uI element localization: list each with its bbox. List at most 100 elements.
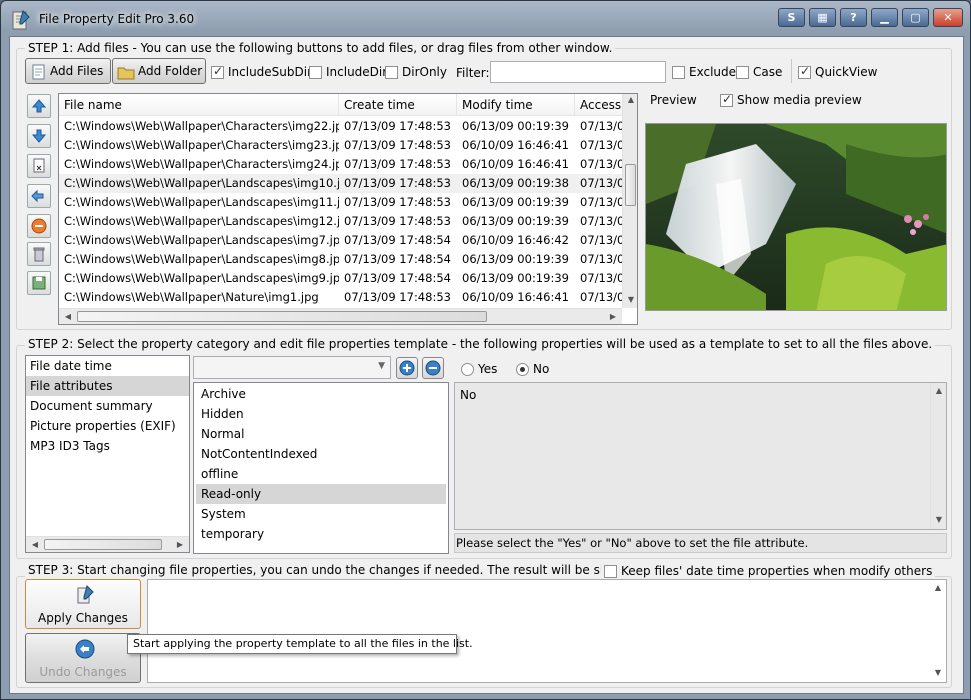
list-item[interactable]: MP3 ID3 Tags [26,436,189,456]
exclude-box[interactable] [672,65,685,79]
scroll-left-icon[interactable]: ◀ [27,540,43,549]
scroll-right-icon[interactable]: ▶ [605,312,621,321]
scroll-up-icon[interactable]: ▲ [931,386,947,395]
scroll-right-icon[interactable]: ▶ [172,540,188,549]
create-time-cell: 07/13/09 17:48:53 [344,214,451,228]
category-hscroll[interactable]: ◀ ▶ [26,536,189,552]
minimize-icon[interactable]: ▁ [871,8,898,27]
list-item[interactable]: Read-only [196,484,446,504]
include-subdir-checkbox[interactable]: IncludeSubDir [211,64,312,79]
file-list-rows: C:\Windows\Web\Wallpaper\Characters\img2… [59,117,624,307]
move-up-button[interactable] [27,94,51,118]
category-list[interactable]: File date time File attributes Document su… [25,355,190,553]
apply-changes-button[interactable]: Apply Changes [25,579,141,629]
list-item[interactable]: offline [196,464,446,484]
scroll-up-icon[interactable]: ▲ [930,583,946,592]
quickview-box[interactable] [798,64,811,79]
file-list-vscroll[interactable]: ▲ ▼ [622,94,637,308]
list-item[interactable]: Picture properties (EXIF) [26,416,189,436]
scroll-up-icon[interactable]: ▲ [623,95,637,104]
move-file-button[interactable] [27,184,51,208]
result-vscroll[interactable]: ▲ ▼ [930,580,946,682]
file-list-hscroll[interactable]: ◀ ▶ [59,308,622,324]
category-hscroll-thumb[interactable] [44,539,162,550]
show-media-preview-checkbox[interactable]: Show media preview [720,92,862,107]
list-item[interactable]: Normal [196,424,446,444]
keep-dates-checkbox[interactable]: Keep files' date time properties when mo… [601,564,936,578]
table-row[interactable]: C:\Windows\Web\Wallpaper\Characters\img2… [59,136,624,155]
close-icon[interactable]: ✕ [933,8,963,27]
column-create-time[interactable]: Create time [339,94,457,116]
list-item[interactable]: Hidden [196,404,446,424]
add-files-button[interactable]: Add Files [25,58,111,84]
include-dir-checkbox[interactable]: IncludeDir [309,65,387,79]
maximize-icon[interactable]: ▢ [902,8,929,27]
table-row[interactable]: C:\Windows\Web\Wallpaper\Landscapes\img9… [59,269,624,288]
add-template-button[interactable] [396,357,418,379]
table-row[interactable]: C:\Windows\Web\Wallpaper\Landscapes\img1… [59,193,624,212]
create-time-cell: 07/13/09 17:48:53 [344,195,451,209]
skin-icon[interactable]: ▦ [809,8,836,27]
table-row[interactable]: C:\Windows\Web\Wallpaper\Landscapes\img7… [59,231,624,250]
step1-label: STEP 1: Add files - You can use the foll… [25,41,616,55]
result-textarea[interactable]: ▲ ▼ [147,579,947,683]
include-dir-box[interactable] [309,65,322,79]
title-bar[interactable]: File Property Edit Pro 3.60 S ▦ ? ▁ ▢ ✕ [1,1,970,37]
table-row[interactable]: C:\Windows\Web\Wallpaper\Landscapes\img1… [59,174,624,193]
no-radio-dot[interactable] [516,362,529,376]
preview-label: Preview [650,93,697,107]
yes-radio-dot[interactable] [461,362,474,376]
include-subdir-box[interactable] [211,64,224,79]
dironly-box[interactable] [385,65,398,79]
remove-template-button[interactable] [422,357,444,379]
list-item[interactable]: Archive [196,384,446,404]
attribute-list[interactable]: Archive Hidden Normal NotContentIndexed offl… [193,382,449,554]
table-row[interactable]: C:\Windows\Web\Wallpaper\Characters\img2… [59,117,624,136]
list-item[interactable]: temporary [196,524,446,544]
scroll-down-icon[interactable]: ▼ [931,515,947,524]
value-textarea[interactable]: No ▲ ▼ [454,382,947,530]
scroll-down-icon[interactable]: ▼ [623,295,637,304]
list-item[interactable]: NotContentIndexed [196,444,446,464]
quickview-checkbox[interactable]: QuickView [798,64,877,79]
scroll-left-icon[interactable]: ◀ [60,312,76,321]
table-row[interactable]: C:\Windows\Web\Wallpaper\Landscapes\img8… [59,250,624,269]
no-radio[interactable]: No [516,362,549,376]
case-box[interactable] [736,65,749,79]
exclude-checkbox[interactable]: Exclude [672,65,736,79]
clear-list-button[interactable] [27,242,51,266]
yes-radio[interactable]: Yes [461,362,497,376]
delete-selected-button[interactable] [27,214,51,238]
move-down-button[interactable] [27,124,51,148]
list-item[interactable]: System [196,504,446,524]
save-list-button[interactable] [27,271,51,295]
column-file-name[interactable]: File name [59,94,339,116]
file-list[interactable]: File name Create time Modify time Access… [58,93,638,325]
add-folder-button[interactable]: Add Folder [112,58,206,84]
dironly-checkbox[interactable]: DirOnly [385,65,447,79]
create-time-cell: 07/13/09 17:48:54 [344,252,451,266]
case-checkbox[interactable]: Case [736,65,782,79]
list-item[interactable]: File attributes [26,376,189,396]
scroll-down-icon[interactable]: ▼ [930,668,946,677]
list-item[interactable]: Document summary [26,396,189,416]
filter-input[interactable] [490,61,666,83]
undo-changes-button[interactable]: Undo Changes [25,633,141,683]
value-vscroll[interactable]: ▲ ▼ [930,383,946,529]
table-row[interactable]: C:\Windows\Web\Wallpaper\Characters\img2… [59,155,624,174]
file-list-vscroll-thumb[interactable] [625,164,636,206]
table-row[interactable]: C:\Windows\Web\Wallpaper\Nature\img1.jpg… [59,288,624,307]
template-combobox[interactable]: ▼ [193,356,391,379]
file-name-cell: C:\Windows\Web\Wallpaper\Landscapes\img8… [64,252,339,266]
help-icon[interactable]: ? [840,8,867,27]
remove-file-button[interactable] [27,154,51,178]
table-row[interactable]: C:\Windows\Web\Wallpaper\Landscapes\img1… [59,212,624,231]
show-media-preview-box[interactable] [720,92,733,107]
column-modify-time[interactable]: Modify time [457,94,575,116]
website-icon[interactable]: S [778,8,805,27]
list-item[interactable]: File date time [26,356,189,376]
file-list-hscroll-thumb[interactable] [77,311,487,322]
modify-time-cell: 06/13/09 00:19:39 [462,195,569,209]
keep-dates-box[interactable] [604,564,617,578]
file-name-cell: C:\Windows\Web\Wallpaper\Characters\img2… [64,157,339,171]
